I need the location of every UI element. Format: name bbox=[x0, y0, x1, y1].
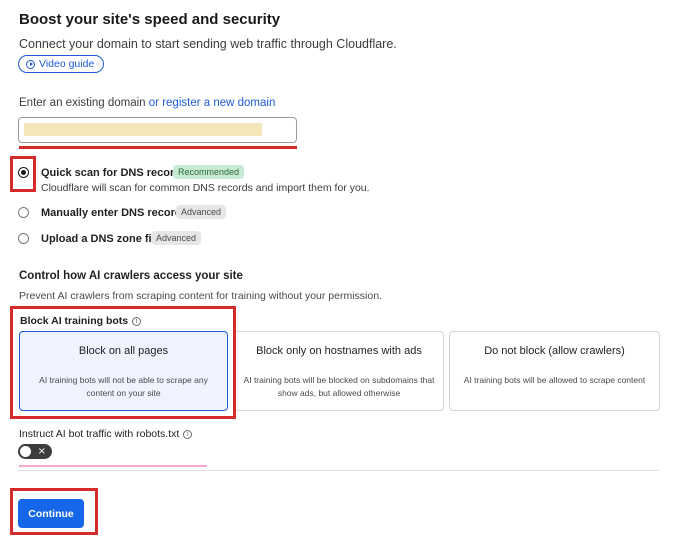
section-title-ai-crawlers: Control how AI crawlers access your site bbox=[19, 270, 243, 282]
domain-input-field[interactable] bbox=[18, 117, 297, 143]
recommended-badge: Recommended bbox=[173, 165, 245, 179]
video-guide-button[interactable]: Video guide bbox=[18, 55, 105, 73]
robots-txt-label-text: Instruct AI bot traffic with robots.txt bbox=[19, 428, 180, 440]
advanced-badge: Advanced bbox=[151, 231, 202, 245]
close-icon: × bbox=[37, 446, 46, 457]
domain-label: Enter an existing domain or register a n… bbox=[19, 97, 275, 109]
highlight-underline bbox=[19, 465, 207, 467]
domain-input[interactable] bbox=[19, 118, 296, 142]
card-block-hostnames-with-ads[interactable]: Block only on hostnames with ads AI trai… bbox=[234, 331, 444, 411]
continue-button[interactable]: Continue bbox=[18, 499, 84, 528]
radio-manual-dns[interactable] bbox=[18, 207, 29, 218]
register-domain-link[interactable]: or register a new domain bbox=[149, 97, 276, 109]
option-label-upload-zone: Upload a DNS zone file bbox=[41, 233, 161, 245]
info-icon[interactable]: i bbox=[183, 429, 193, 439]
robots-txt-label: Instruct AI bot traffic with robots.txt … bbox=[19, 428, 193, 440]
card-title: Do not block (allow crawlers) bbox=[484, 345, 625, 357]
option-label-manual-dns: Manually enter DNS records bbox=[41, 207, 188, 219]
domain-label-text: Enter an existing domain bbox=[19, 97, 146, 109]
robots-txt-toggle[interactable]: × bbox=[18, 444, 52, 459]
play-circle-icon bbox=[26, 59, 35, 69]
toggle-knob bbox=[20, 446, 31, 457]
highlight-box-block-ai bbox=[10, 306, 236, 419]
option-label-quick-scan: Quick scan for DNS records bbox=[41, 167, 188, 179]
divider bbox=[18, 470, 660, 471]
card-description: AI training bots will be allowed to scra… bbox=[463, 375, 646, 385]
advanced-badge: Advanced bbox=[176, 205, 227, 219]
section-description-ai-crawlers: Prevent AI crawlers from scraping conten… bbox=[19, 290, 382, 302]
page-title: Boost your site's speed and security bbox=[19, 11, 281, 28]
card-description: AI training bots will be blocked on subd… bbox=[243, 375, 435, 398]
card-title: Block only on hostnames with ads bbox=[256, 345, 422, 357]
video-guide-label: Video guide bbox=[39, 58, 95, 70]
page-subtitle: Connect your domain to start sending web… bbox=[19, 37, 397, 51]
radio-upload-zone[interactable] bbox=[18, 233, 29, 244]
highlight-underline bbox=[19, 146, 297, 149]
radio-quick-scan[interactable] bbox=[18, 167, 29, 178]
card-do-not-block[interactable]: Do not block (allow crawlers) AI trainin… bbox=[449, 331, 660, 411]
option-description-quick-scan: Cloudflare will scan for common DNS reco… bbox=[41, 182, 370, 194]
